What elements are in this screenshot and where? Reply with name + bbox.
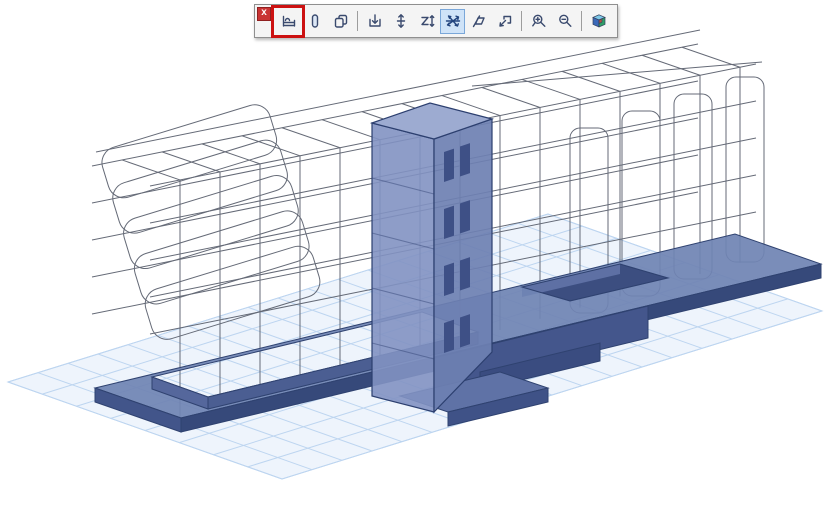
cutaway-cube-icon — [591, 13, 607, 29]
drop-arrow-icon — [367, 13, 383, 29]
toolbar-separator — [357, 11, 358, 31]
rotate-crossed-arrows-tool-button[interactable] — [440, 9, 465, 34]
drop-arrow-tool-button[interactable] — [362, 9, 387, 34]
copy-icon — [333, 13, 349, 29]
toolbar-separator — [521, 11, 522, 31]
zoom-out-icon — [557, 13, 573, 29]
tower — [372, 103, 492, 412]
zoom-in-tool-button[interactable] — [526, 9, 551, 34]
close-button[interactable]: x — [257, 7, 271, 21]
tower-left-face — [372, 123, 434, 412]
copy-tool-button[interactable] — [328, 9, 353, 34]
extrude-box-icon — [497, 13, 513, 29]
zoom-out-tool-button[interactable] — [552, 9, 577, 34]
floating-toolbar: x — [254, 4, 618, 38]
vertical-stretch-tool-button[interactable] — [388, 9, 413, 34]
extrude-box-tool-button[interactable] — [492, 9, 517, 34]
toolbar-separator — [581, 11, 582, 31]
cutaway-cube-tool-button[interactable] — [586, 9, 611, 34]
skew-plane-tool-button[interactable] — [466, 9, 491, 34]
vertical-capsule-tool-button[interactable] — [302, 9, 327, 34]
viewport-3d[interactable] — [0, 0, 830, 527]
marquee-icon — [281, 13, 297, 29]
zoom-in-icon — [531, 13, 547, 29]
vertical-capsule-icon — [307, 13, 323, 29]
skew-plane-icon — [471, 13, 487, 29]
vertical-stretch-icon — [393, 13, 409, 29]
z-stretch-tool-button[interactable] — [414, 9, 439, 34]
marquee-tool-button[interactable] — [276, 9, 301, 34]
z-stretch-icon — [419, 13, 435, 29]
rotate-crossed-arrows-icon — [445, 13, 461, 29]
